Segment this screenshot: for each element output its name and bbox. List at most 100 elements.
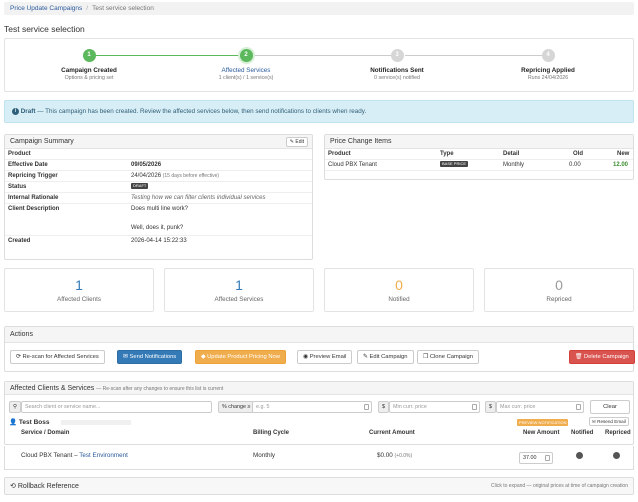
step-1-circle: 1 xyxy=(82,49,96,62)
notified-status-icon xyxy=(576,452,583,459)
step-2-sub: 1 client(s) / 1 service(s) xyxy=(218,75,274,81)
affected-subtitle: — Re-scan after any changes to ensure th… xyxy=(96,386,224,392)
stat-notified-value: 0 xyxy=(395,277,403,293)
effective-label: Effective Date xyxy=(8,162,48,168)
step-2-circle: 2 xyxy=(239,49,253,62)
stat-services-label: Affected Services xyxy=(214,296,264,303)
min-price-input[interactable]: Min curr. price xyxy=(389,401,480,413)
summary-edit-button[interactable]: ✎ Edit xyxy=(285,137,308,147)
resend-label: Resend Email xyxy=(597,419,626,424)
edit-campaign-button[interactable]: ✎ Edit Campaign xyxy=(357,350,414,364)
wizard-step-notifications: 3 Notifications Sent 0 service(s) notifi… xyxy=(337,49,457,81)
breadcrumb-separator: / xyxy=(86,5,89,12)
copy-icon: ❐ xyxy=(423,354,429,360)
summary-created-row: Created 2026-04-14 15:22:33 xyxy=(5,236,312,247)
effective-value: 09/05/2026 xyxy=(131,162,162,168)
spinner-icon[interactable] xyxy=(364,404,369,410)
summary-edit-label: Edit xyxy=(295,139,304,145)
service-name: Cloud PBX Tenant xyxy=(21,452,73,459)
affected-header: Affected Clients & Services — Re-scan af… xyxy=(5,382,633,395)
edit-campaign-label: Edit Campaign xyxy=(369,354,408,360)
clone-label: Clone Campaign xyxy=(429,354,474,360)
col-detail: Detail xyxy=(503,151,520,157)
min-price-addon: $ xyxy=(378,401,389,413)
step-4-label: Repricing Applied xyxy=(521,67,575,74)
rollback-note: Click to expand — original prices at tim… xyxy=(490,483,628,489)
wizard-step-affected: 2 Affected Services 1 client(s) / 1 serv… xyxy=(186,49,306,81)
col-new-amount: New Amount xyxy=(523,430,560,436)
preview-notification-badge[interactable]: PREVIEW NOTIFICATION xyxy=(517,419,569,426)
alert-text: — This campaign has been created. Review… xyxy=(35,108,367,115)
pct-change-input[interactable]: e.g. 5 xyxy=(252,401,372,413)
stat-affected-services: 1 Affected Services xyxy=(164,268,314,312)
price-change-title: Price Change Items xyxy=(330,138,392,145)
rollback-panel[interactable]: ⟲ Rollback Reference Click to expand — o… xyxy=(4,477,634,495)
resend-email-button[interactable]: ✉ Resend Email xyxy=(589,417,629,426)
pencil-icon: ✎ xyxy=(289,139,294,145)
pct-placeholder: e.g. 5 xyxy=(256,404,270,410)
summary-section-label: Product xyxy=(8,151,31,157)
step-2-label: Affected Services xyxy=(221,67,271,74)
eye-icon: ◉ xyxy=(303,354,309,360)
services-table-header: Service / Domain Billing Cycle Current A… xyxy=(9,430,631,440)
preview-email-button[interactable]: ◉ Preview Email xyxy=(297,350,353,364)
amount-value: $0.00 xyxy=(377,452,393,459)
stat-notified-label: Notified xyxy=(388,296,410,303)
rollback-title: Rollback Reference xyxy=(17,483,79,490)
max-price-input[interactable]: Max curr. price xyxy=(496,401,584,413)
desc-line-1: Does multi line work? xyxy=(131,206,189,212)
spinner-icon[interactable] xyxy=(545,455,550,461)
progress-wizard: 1 Campaign Created Options & pricing set… xyxy=(4,38,634,92)
stat-repriced-value: 0 xyxy=(555,277,563,293)
preview-label: Preview Email xyxy=(309,354,347,360)
clear-button[interactable]: Clear xyxy=(590,400,630,414)
price-change-panel: Price Change Items Product Type Detail O… xyxy=(324,134,634,180)
spinner-icon[interactable] xyxy=(472,404,477,410)
price-detail: Monthly xyxy=(503,162,525,168)
client-name[interactable]: Test Boss xyxy=(19,419,50,426)
amount-pct: (+0.0%) xyxy=(394,453,413,459)
col-billing: Billing Cycle xyxy=(253,430,290,436)
summary-header: Campaign Summary ✎ Edit xyxy=(5,135,312,149)
delete-campaign-button[interactable]: 🗑 Delete Campaign xyxy=(569,350,635,364)
rescan-button[interactable]: ⟳ Re-scan for Affected Services xyxy=(10,350,105,364)
service-env-link[interactable]: Test Environment xyxy=(79,452,128,459)
wizard-step-created: 1 Campaign Created Options & pricing set xyxy=(29,49,149,81)
step-3-label: Notifications Sent xyxy=(370,67,424,74)
update-pricing-button[interactable]: ◆ Update Product Pricing Now xyxy=(195,350,286,364)
table-row: Cloud PBX Tenant – Test Environment Mont… xyxy=(4,446,634,470)
repriced-status-icon xyxy=(613,452,620,459)
search-icon: ⚲ xyxy=(9,401,21,413)
new-amount-input[interactable]: 37.00 xyxy=(519,452,553,464)
stat-notified: 0 Notified xyxy=(324,268,474,312)
clone-campaign-button[interactable]: ❐ Clone Campaign xyxy=(417,350,480,364)
search-input[interactable]: Search client or service name... xyxy=(21,401,212,413)
stat-clients-value: 1 xyxy=(75,277,83,293)
new-amount-value: 37.00 xyxy=(523,455,537,461)
refresh-icon: ⟳ xyxy=(16,354,21,360)
breadcrumb: Price Update Campaigns / Test service sele… xyxy=(4,2,634,15)
filter-bar: ⚲ Search client or service name... % cha… xyxy=(9,400,630,414)
billing-cycle: Monthly xyxy=(253,452,276,459)
stat-repriced: 0 Repriced xyxy=(484,268,634,312)
price-table-header: Product Type Detail Old New xyxy=(325,149,633,160)
send-notifications-button[interactable]: ✉ Send Notifications xyxy=(117,350,183,364)
price-new: 12.00 xyxy=(613,162,629,168)
max-placeholder: Max curr. price xyxy=(500,404,536,410)
trigger-value: 24/04/2026 xyxy=(131,173,162,179)
spinner-icon[interactable] xyxy=(576,404,581,410)
update-label: Update Product Pricing Now xyxy=(207,354,280,360)
summary-trigger-row: Repricing Trigger 24/04/2026 (15 days bef… xyxy=(5,171,312,182)
summary-status-row: Status DRAFT xyxy=(5,182,312,193)
desc-line-2: Well, does it, punk? xyxy=(131,225,184,231)
created-label: Created xyxy=(8,238,31,244)
step-4-circle: 4 xyxy=(541,49,555,62)
col-notified: Notified xyxy=(571,430,594,436)
trigger-note: (15 days before effective) xyxy=(162,173,220,179)
breadcrumb-link-campaigns[interactable]: Price Update Campaigns xyxy=(10,5,82,12)
envelope-icon: ✉ xyxy=(123,354,128,360)
tag-icon: ◆ xyxy=(201,354,206,360)
client-heading: 👤 Test Boss xyxy=(9,419,50,426)
affected-title: Affected Clients & Services xyxy=(10,385,95,392)
pencil-icon: ✎ xyxy=(363,354,368,360)
